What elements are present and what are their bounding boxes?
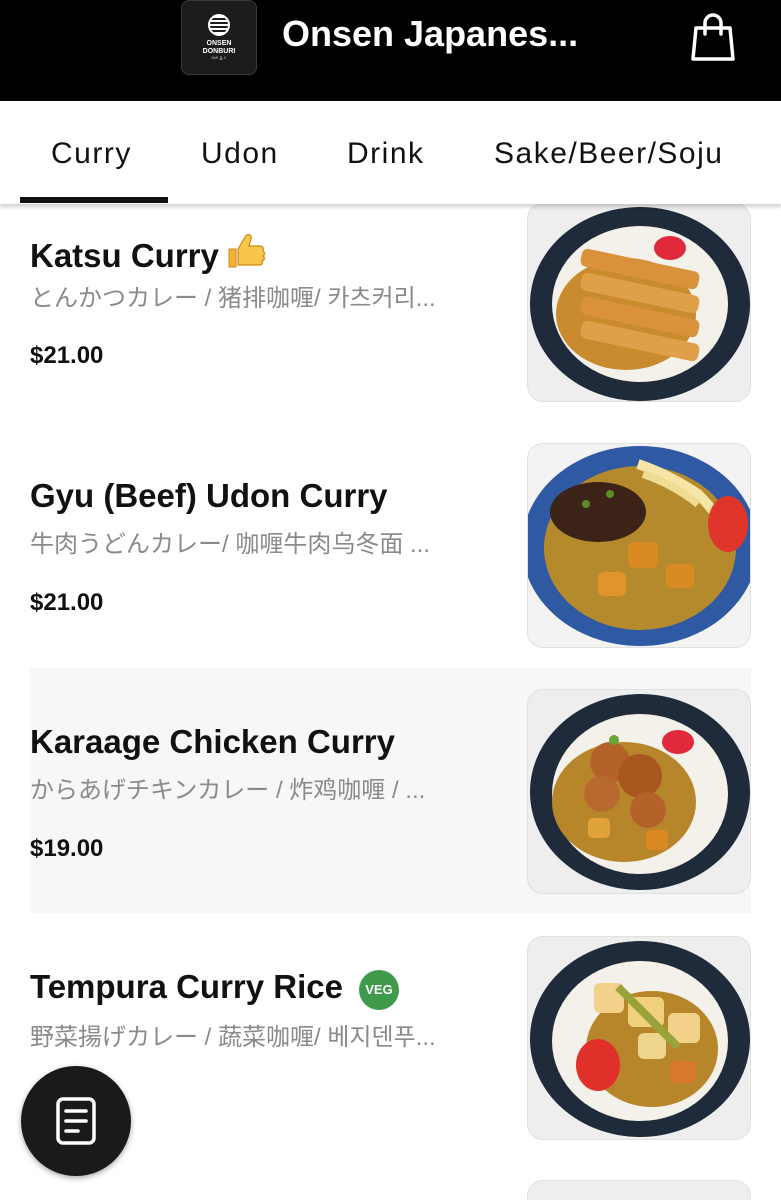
restaurant-name: Onsen Japanes... — [282, 13, 579, 54]
restaurant-logo[interactable]: ONSEN DONBURI ᴮᴬᴿ & ᴷ — [181, 0, 257, 75]
item-name: Gyu (Beef) Udon Curry — [30, 477, 388, 514]
order-list-button[interactable] — [21, 1066, 131, 1176]
tab-sake-beer-soju[interactable]: Sake/Beer/Soju — [494, 137, 723, 171]
menu-item-tempura-curry-rice[interactable]: Tempura Curry Rice VEG 野菜揚げカレー / 蔬菜咖喱/ 베지… — [30, 936, 751, 1181]
katsu-curry-photo — [527, 203, 751, 402]
tab-curry[interactable]: Curry — [51, 137, 132, 171]
veg-badge: VEG — [358, 970, 399, 1010]
logo-sun-icon — [208, 13, 230, 36]
item-description: 野菜揚げカレー / 蔬菜咖喱/ 베지덴푸... — [30, 1024, 436, 1051]
item-name: Karaage Chicken Curry — [30, 723, 395, 760]
item-description: 牛肉うどんカレー/ 咖喱牛肉乌冬面 ... — [30, 531, 431, 558]
item-price: $21.00 — [30, 342, 104, 369]
tab-udon[interactable]: Udon — [201, 137, 279, 171]
menu-item-beef-udon-curry[interactable]: Gyu (Beef) Udon Curry 牛肉うどんカレー/ 咖喱牛肉乌冬面 … — [30, 443, 751, 688]
logo-text-line3: ᴮᴬᴿ & ᴷ — [211, 55, 227, 62]
shopping-bag-icon[interactable] — [690, 12, 736, 62]
thumbs-up-icon — [225, 229, 267, 280]
item-name: Katsu Curry — [30, 229, 267, 280]
beef-udon-curry-photo — [527, 443, 751, 648]
logo-text-line1: ONSEN — [206, 39, 232, 47]
next-item-photo-peek — [527, 1180, 751, 1200]
menu-item-katsu-curry[interactable]: Katsu Curry とんかつカレー / 猪排咖喱/ 카츠커리... $21.… — [30, 203, 751, 448]
item-price: $19.00 — [30, 835, 104, 862]
item-name: Tempura Curry Rice VEG — [30, 967, 399, 1010]
order-list-icon — [56, 1097, 96, 1145]
item-price: $21.00 — [30, 589, 104, 616]
logo-text-line2: DONBURI — [202, 47, 236, 55]
menu-item-karaage-chicken-curry[interactable]: Karaage Chicken Curry からあげチキンカレー / 炸鸡咖喱 … — [30, 668, 751, 913]
item-name-text: Katsu Curry — [30, 237, 219, 274]
tab-drink[interactable]: Drink — [347, 137, 425, 171]
item-name-text: Tempura Curry Rice — [30, 968, 343, 1005]
item-description: からあげチキンカレー / 炸鸡咖喱 / ... — [30, 777, 426, 804]
category-tabs: Curry Udon Drink Sake/Beer/Soju — [0, 101, 781, 204]
app-header: ONSEN DONBURI ᴮᴬᴿ & ᴷ Onsen Japanes... — [0, 0, 781, 101]
active-tab-indicator — [20, 197, 168, 203]
karaage-chicken-curry-photo — [527, 689, 751, 894]
tempura-curry-rice-photo — [527, 936, 751, 1140]
item-description: とんかつカレー / 猪排咖喱/ 카츠커리... — [30, 285, 436, 312]
